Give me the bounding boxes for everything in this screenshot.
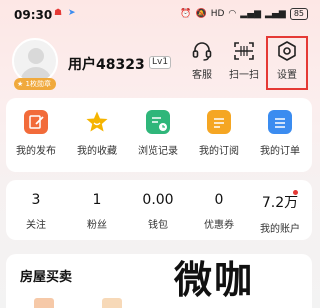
star-icon <box>85 110 109 134</box>
stat-fans[interactable]: 1 粉丝 <box>69 192 125 231</box>
medal-icon: ★ <box>17 80 24 88</box>
app-notification-icon-2: ➤ <box>68 8 76 18</box>
publish-icon <box>24 110 48 134</box>
browse-history-button[interactable]: 浏览记录 <box>128 110 188 157</box>
stat-account-value: 7.2万 <box>261 195 299 211</box>
status-bar: 09:30 ☗ ➤ ⏰ 🔕 HD ◠ ▂▄▆ ▂▄▆ 85 <box>0 0 318 26</box>
status-time: 09:30 <box>14 8 53 22</box>
level-badge: Lv1 <box>149 56 172 69</box>
my-orders-label: 我的订单 <box>260 146 300 157</box>
stats-card: 3 关注 1 粉丝 0.00 钱包 0 优惠券 7.2万 我的账户 <box>6 180 312 240</box>
username[interactable]: 用户48323 <box>68 54 145 74</box>
order-icon <box>268 110 292 134</box>
mute-icon: 🔕 <box>195 9 207 19</box>
section-item-icon-2[interactable] <box>102 298 122 308</box>
scan-icon <box>234 42 254 60</box>
battery-icon: 85 <box>289 8 308 20</box>
wifi-icon: ◠ <box>228 9 237 19</box>
stat-fans-label: 粉丝 <box>87 220 107 231</box>
stat-following-value: 3 <box>31 192 41 208</box>
section-title: 房屋买卖 <box>20 270 73 285</box>
notification-dot <box>293 190 298 195</box>
stat-following-label: 关注 <box>26 220 46 231</box>
stat-wallet-label: 钱包 <box>148 220 168 231</box>
my-orders-button[interactable]: 我的订单 <box>250 110 310 157</box>
signal-icon-2: ▂▄▆ <box>265 9 286 19</box>
my-favorites-label: 我的收藏 <box>77 146 117 157</box>
section-item-icon[interactable] <box>34 298 54 308</box>
alarm-icon: ⏰ <box>180 9 192 19</box>
browse-history-label: 浏览记录 <box>138 146 178 157</box>
stat-wallet-value: 0.00 <box>142 192 174 208</box>
stat-coupons-value: 0 <box>214 192 224 208</box>
my-subscriptions-button[interactable]: 我的订阅 <box>189 110 249 157</box>
my-posts-button[interactable]: 我的发布 <box>6 110 66 157</box>
my-posts-label: 我的发布 <box>16 146 56 157</box>
scan-label: 扫一扫 <box>229 70 259 81</box>
scan-button[interactable]: 扫一扫 <box>224 40 264 81</box>
customer-service-button[interactable]: 客服 <box>182 40 222 81</box>
stat-following[interactable]: 3 关注 <box>8 192 64 231</box>
subscribe-icon <box>207 110 231 134</box>
stat-coupons[interactable]: 0 优惠券 <box>191 192 247 231</box>
stat-coupons-label: 优惠券 <box>204 220 234 231</box>
medal-badge[interactable]: ★ 1枚勋章 <box>14 78 56 90</box>
hd-icon: HD <box>210 9 225 19</box>
app-notification-icon: ☗ <box>54 8 63 18</box>
signal-icon: ▂▄▆ <box>240 9 262 19</box>
customer-service-label: 客服 <box>192 70 212 81</box>
medal-badge-label: 1枚勋章 <box>25 80 51 88</box>
history-icon <box>146 110 170 134</box>
house-trading-card: 房屋买卖 <box>6 254 312 308</box>
stat-fans-value: 1 <box>92 192 102 208</box>
stat-account-label: 我的账户 <box>260 224 300 235</box>
watermark-text: 微咖 <box>174 258 255 302</box>
my-subscriptions-label: 我的订阅 <box>199 146 239 157</box>
quick-actions-card: 我的发布 我的收藏 浏览记录 我的订阅 我的订单 <box>6 98 312 172</box>
headset-icon <box>192 42 212 61</box>
stat-account[interactable]: 7.2万 我的账户 <box>252 190 308 235</box>
status-icons: ⏰ 🔕 HD ◠ ▂▄▆ ▂▄▆ 85 <box>180 8 308 20</box>
my-favorites-button[interactable]: 我的收藏 <box>67 110 127 157</box>
settings-label: 设置 <box>277 70 297 81</box>
stat-wallet[interactable]: 0.00 钱包 <box>130 192 186 231</box>
settings-button[interactable]: 设置 <box>267 40 307 81</box>
settings-icon <box>278 41 296 61</box>
